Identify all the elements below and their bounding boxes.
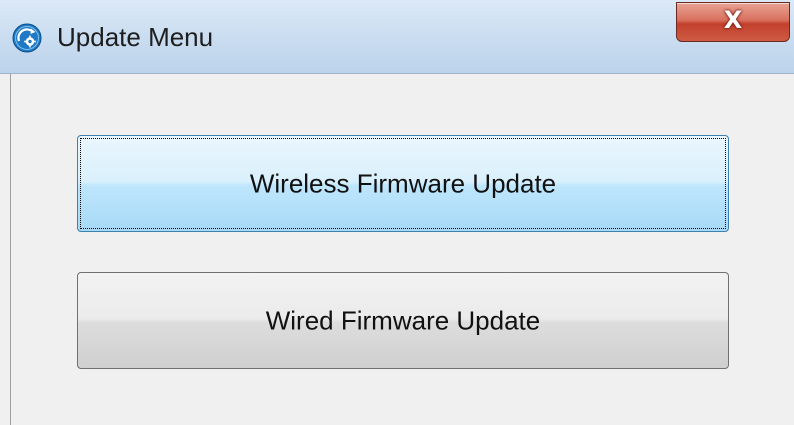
window-left-border — [10, 74, 11, 425]
close-icon: X — [723, 6, 743, 34]
update-gear-icon — [12, 23, 42, 53]
wired-firmware-update-label: Wired Firmware Update — [265, 305, 541, 335]
close-button[interactable]: X — [676, 2, 790, 42]
wireless-firmware-update-label: Wireless Firmware Update — [249, 168, 557, 198]
title-bar[interactable]: Update Menu X — [0, 0, 794, 74]
wireless-firmware-update-button[interactable]: Wireless Firmware Update — [77, 135, 729, 232]
window-title: Update Menu — [57, 22, 214, 52]
update-menu-window: Update Menu X Wireless Firmware Update W… — [0, 0, 794, 425]
wired-firmware-update-button[interactable]: Wired Firmware Update — [77, 272, 729, 369]
